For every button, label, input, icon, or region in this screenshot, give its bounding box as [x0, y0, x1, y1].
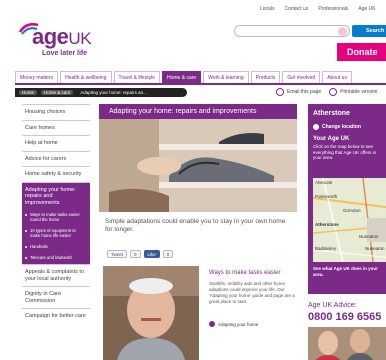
print-icon: [329, 88, 338, 96]
nav-item-about[interactable]: About us: [322, 71, 352, 83]
hero-title: Adapting your home: repairs and improvem…: [99, 104, 297, 119]
map-label: Baddesley: [315, 246, 337, 251]
map-footer[interactable]: See what Age UK does in your area.: [313, 266, 383, 277]
sidebar-item-carers[interactable]: Advice for carers: [22, 150, 90, 167]
nav-item-health[interactable]: Health & wellbeing: [60, 71, 112, 83]
card-text: Stairlifts, mobility aids and other home…: [209, 281, 295, 304]
sidebar-item-adapting[interactable]: Adapting your home: repairs and improvem…: [22, 181, 90, 210]
sidebar-item-home-safety[interactable]: Home safety & security: [22, 166, 90, 182]
sidebar-subitem-handrails[interactable]: Handrails: [22, 242, 90, 253]
map-label: Atherstone: [315, 222, 339, 227]
age-uk-page: Locals Contact us Professionals Age UK a…: [0, 0, 386, 360]
location-name: Atherstone: [313, 110, 350, 117]
tweet-button[interactable]: Tweet: [107, 250, 128, 258]
shoe-shelf-image: [99, 104, 297, 212]
sidebar-item-housing[interactable]: Housing choices: [22, 104, 90, 120]
nav-item-home-care[interactable]: Home & care: [162, 71, 202, 83]
card-title[interactable]: Ways to make tasks easier: [209, 270, 280, 276]
hero-description: Simple adaptations could enable you to s…: [105, 218, 286, 233]
arrow-icon: [313, 124, 319, 130]
search-input[interactable]: [234, 25, 350, 37]
your-age-uk-heading: Your Age UK: [313, 136, 350, 142]
like-count: 0: [162, 250, 174, 258]
top-link[interactable]: Locals: [260, 6, 274, 12]
logo-wordmark: ageUK: [32, 24, 92, 49]
search-icon: [338, 27, 347, 36]
advice-photo: [308, 327, 386, 360]
feature-card: Ways to make tasks easier Stairlifts, mo…: [103, 266, 299, 360]
map-label: Polesworth: [315, 194, 338, 199]
nav-item-products[interactable]: Products: [250, 71, 281, 83]
main-nav: Money matters Health & wellbeing Travel …: [15, 71, 386, 83]
sidebar-subitem-equipment[interactable]: 10 types of equipment to make home life …: [22, 226, 90, 242]
sidebar-subitem-tasks[interactable]: Ways to make tasks easier round the home: [22, 210, 90, 226]
hero-image: Adapting your home: repairs and improvem…: [99, 104, 297, 212]
arrow-icon: [209, 321, 215, 327]
sidebar-item-appeals[interactable]: Appeals & complaints to your local autho…: [22, 264, 90, 286]
nav-item-work[interactable]: Work & learning: [203, 71, 249, 83]
search-button[interactable]: Search: [352, 25, 386, 37]
nav-divider: [15, 83, 386, 85]
nav-item-get-involved[interactable]: Get involved: [282, 71, 321, 83]
donate-button[interactable]: Donate: [337, 43, 386, 61]
advice-phone[interactable]: 0800 169 6565: [308, 311, 386, 323]
sidebar-item-campaign[interactable]: Campaign for better care: [22, 308, 90, 324]
share-row: Tweet 0 Like 0: [107, 250, 174, 258]
area-map[interactable]: Alvecote Polesworth Grendon Atherstone N…: [313, 178, 386, 262]
tagline: Love later life: [42, 50, 88, 57]
sidebar-item-help-at-home[interactable]: Help at home: [22, 135, 90, 151]
map-label: Grendon: [343, 208, 361, 213]
map-label: Nuneaton: [359, 234, 379, 239]
adapting-home-link[interactable]: Adapting your home: [209, 321, 258, 327]
map-label: Nuneaton: [365, 246, 385, 251]
top-link[interactable]: Contact us: [284, 6, 308, 12]
map-label: Alvecote: [315, 180, 333, 185]
top-link[interactable]: Professionals: [318, 6, 348, 12]
map-instructions: Click on the map below to see everything…: [313, 144, 377, 160]
change-location-link[interactable]: Change location: [313, 124, 381, 130]
print-page-link[interactable]: Printable version: [329, 88, 377, 96]
email-icon: [276, 88, 284, 96]
facebook-like-button[interactable]: Like: [143, 250, 160, 258]
older-man-photo: [103, 266, 199, 360]
sidebar-item-care-homes[interactable]: Care homes: [22, 119, 90, 136]
top-link[interactable]: Age UK: [358, 6, 375, 12]
main-content: Adapting your home: repairs and improvem…: [99, 104, 297, 234]
tweet-count: 0: [130, 250, 141, 258]
breadcrumb-home[interactable]: Home: [19, 90, 38, 95]
top-links: Locals Contact us Professionals Age UK: [260, 6, 376, 12]
nav-item-travel[interactable]: Travel & lifestyle: [113, 71, 160, 83]
sidebar: Housing choices Care homes Help at home …: [22, 104, 90, 324]
breadcrumb: Home Home & care Adapting your home: rep…: [15, 88, 187, 97]
advisor-image: [308, 327, 386, 360]
nav-item-money[interactable]: Money matters: [15, 71, 59, 83]
portrait-image: [103, 266, 199, 360]
sidebar-subitem-telecare[interactable]: Telecare and lowbeath: [22, 253, 90, 264]
email-page-link[interactable]: Email this page: [276, 88, 321, 96]
right-column: Atherstone Change location Your Age UK C…: [308, 104, 386, 360]
breadcrumb-current: Adapting your home: repairs an...: [80, 90, 147, 95]
advice-label: Age UK Advice:: [308, 302, 357, 309]
breadcrumb-home-care[interactable]: Home & care: [41, 90, 74, 95]
page-tools: Email this page Printable version: [276, 88, 377, 96]
sidebar-item-dignity[interactable]: Dignity in Care Commission: [22, 286, 90, 308]
location-box: Atherstone Change location Your Age UK C…: [308, 104, 386, 294]
